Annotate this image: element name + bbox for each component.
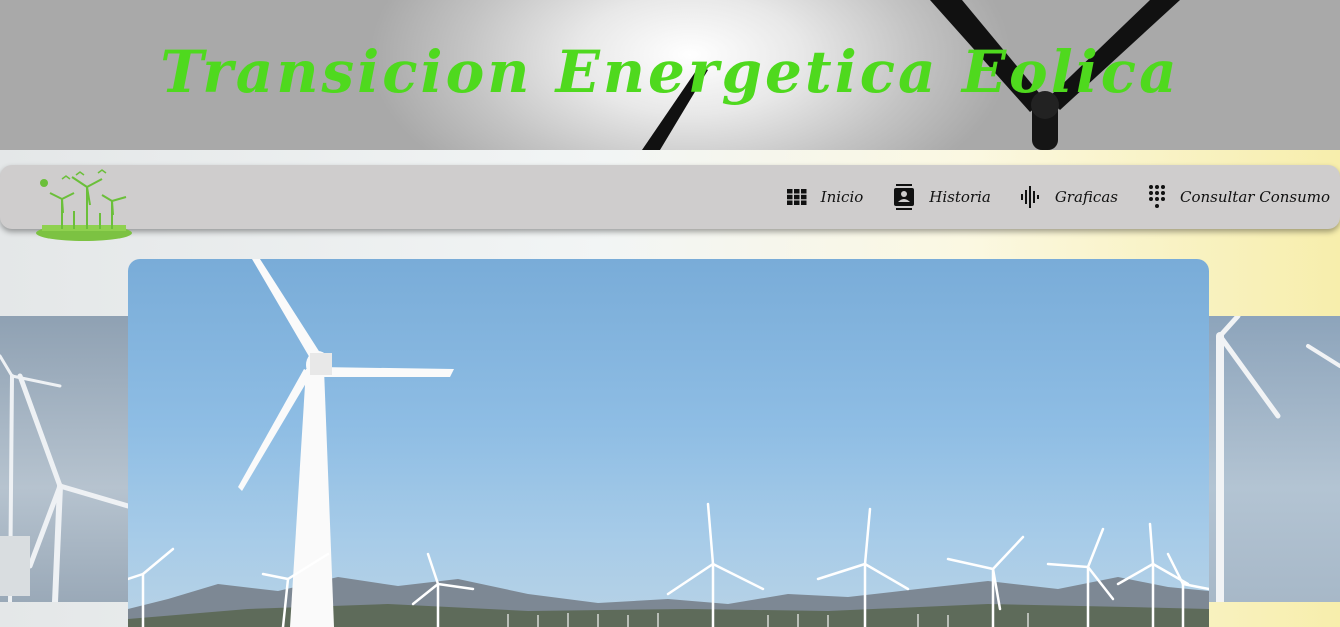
- nav-item-label: Historia: [929, 188, 991, 206]
- header-banner: Transicion Energetica Eolica: [0, 0, 1340, 150]
- turbine-image: [0, 354, 130, 602]
- nav-item-inicio[interactable]: Inicio: [786, 188, 864, 206]
- nav-menu: Inicio Historia Graficas Consultar Consu…: [757, 165, 1330, 229]
- page-title: Transicion Energetica Eolica: [160, 38, 1180, 106]
- nav-item-label: Consultar Consumo: [1179, 188, 1330, 206]
- nav-item-historia[interactable]: Historia: [893, 184, 991, 210]
- turbine-image: [1216, 316, 1340, 602]
- contact-book-icon: [894, 184, 915, 210]
- nav-item-label: Graficas: [1054, 188, 1118, 206]
- nav-item-label: Inicio: [820, 188, 864, 206]
- navbar: Inicio Historia Graficas Consultar Consu…: [0, 165, 1340, 241]
- grid-icon: [786, 189, 807, 205]
- dialpad-icon: [1148, 185, 1165, 208]
- nav-item-graficas[interactable]: Graficas: [1020, 186, 1118, 208]
- nav-item-consultar-consumo[interactable]: Consultar Consumo: [1148, 184, 1330, 210]
- carousel-main-image[interactable]: [128, 259, 1209, 627]
- carousel-next-image[interactable]: [1208, 316, 1340, 602]
- carousel-prev-image[interactable]: [0, 316, 130, 602]
- sound-wave-icon: [1020, 186, 1039, 208]
- wind-turbines-logo[interactable]: [32, 167, 140, 243]
- wind-farm-photo: [128, 259, 1209, 627]
